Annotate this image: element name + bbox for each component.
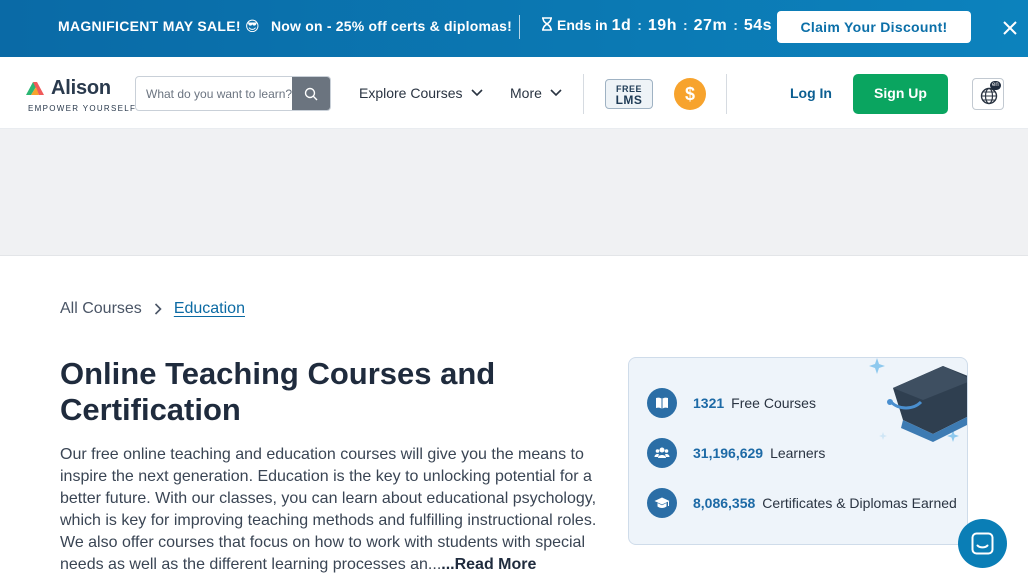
close-icon[interactable] <box>1001 19 1019 37</box>
stat-certificates: 8,086,358 Certificates & Diplomas Earned <box>647 488 957 518</box>
stat-label: Learners <box>770 445 826 461</box>
stat-learners: 31,196,629 Learners <box>647 438 825 468</box>
countdown-seconds: 54s <box>743 17 773 34</box>
countdown-hours: 19h <box>647 17 677 34</box>
logo-tagline: EMPOWER YOURSELF <box>28 104 137 113</box>
stat-label: Free Courses <box>731 395 816 411</box>
promo-divider <box>519 15 520 39</box>
search-input[interactable] <box>136 77 294 110</box>
promo-banner: MAGNIFICENT MAY SALE! 😎 Now on - 25% off… <box>0 0 1028 57</box>
logo-name: Alison <box>51 77 111 99</box>
ends-label: Ends in <box>557 17 608 33</box>
stat-number: 31,196,629 <box>693 445 764 461</box>
sale-label: MAGNIFICENT MAY SALE! 😎 <box>58 18 260 34</box>
countdown: Ends in 1d : 19h : 27m : 54s <box>541 16 772 35</box>
ad-placeholder <box>0 129 1028 256</box>
language-badge: en <box>990 81 1001 90</box>
claim-discount-button[interactable]: Claim Your Discount! <box>777 11 971 43</box>
graduation-cap-icon <box>647 488 677 518</box>
page-title: Online Teaching Courses and Certificatio… <box>60 356 496 427</box>
more-menu[interactable]: More <box>510 85 562 101</box>
hourglass-icon <box>542 17 552 31</box>
search-button[interactable] <box>292 77 330 110</box>
chevron-down-icon <box>550 89 562 97</box>
alison-logo-icon <box>26 82 44 95</box>
search-icon <box>304 87 318 101</box>
header-divider <box>583 74 584 114</box>
stat-number: 8,086,358 <box>693 495 756 511</box>
chevron-down-icon <box>470 89 483 97</box>
coin-icon[interactable]: $ <box>674 78 706 110</box>
chat-icon <box>971 532 994 555</box>
free-lms-line2: LMS <box>615 93 643 107</box>
graduation-cap-illustration <box>869 358 967 442</box>
offer-text: Now on - 25% off certs & diplomas! <box>271 18 512 34</box>
page-description: Our free online teaching and education c… <box>60 444 600 576</box>
breadcrumb-education[interactable]: Education <box>174 300 245 318</box>
free-lms-button[interactable]: FREE LMS <box>605 79 653 109</box>
language-selector[interactable]: en <box>972 78 1004 110</box>
explore-courses-menu[interactable]: Explore Courses <box>359 85 483 101</box>
stat-label: Certificates & Diplomas Earned <box>762 495 957 511</box>
signup-button[interactable]: Sign Up <box>853 74 948 114</box>
stat-number: 1321 <box>693 395 725 411</box>
countdown-minutes: 27m <box>693 17 728 34</box>
stats-card: 1321 Free Courses 31,196,629 Learners 8,… <box>628 357 968 545</box>
book-icon <box>647 388 677 418</box>
site-header: Alison EMPOWER YOURSELF Explore Courses … <box>0 57 1028 129</box>
more-label: More <box>510 85 542 101</box>
users-icon <box>647 438 677 468</box>
login-link[interactable]: Log In <box>790 85 832 101</box>
countdown-days: 1d <box>611 17 632 34</box>
breadcrumb-all-courses[interactable]: All Courses <box>60 300 142 318</box>
search-box <box>135 76 331 111</box>
breadcrumb: All Courses Education <box>60 300 245 318</box>
chevron-right-icon <box>154 303 162 315</box>
description-text: Our free online teaching and education c… <box>60 446 597 573</box>
stat-free-courses: 1321 Free Courses <box>647 388 816 418</box>
read-more-link[interactable]: ...Read More <box>441 556 536 573</box>
chat-button[interactable] <box>958 519 1007 568</box>
header-divider <box>726 74 727 114</box>
explore-courses-label: Explore Courses <box>359 85 463 101</box>
